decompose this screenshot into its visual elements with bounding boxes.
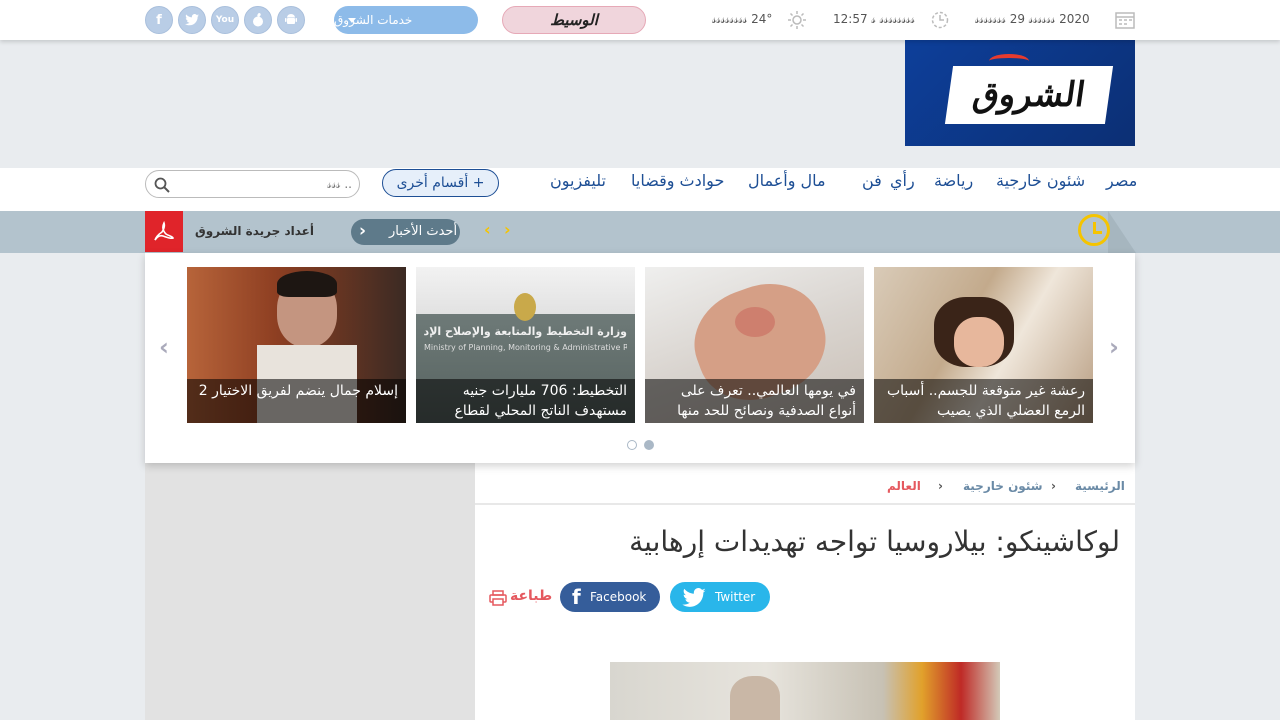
nav-item-opinion[interactable]: رأي bbox=[890, 171, 915, 190]
article-title: لوكاشينكو: بيلاروسيا تواجه تهديدات إرهاب… bbox=[629, 525, 1120, 558]
breadcrumb-section[interactable]: شئون خارجية bbox=[963, 479, 1043, 493]
shorouk-logo[interactable]: الشروق bbox=[905, 40, 1135, 146]
breadcrumb-separator: › bbox=[1051, 479, 1056, 493]
wasat-logo[interactable]: الوسيط bbox=[502, 6, 646, 34]
nav-item-business[interactable]: مال وأعمال bbox=[748, 171, 826, 190]
latest-news-label: أحدث الأخبار bbox=[389, 224, 458, 239]
search-input[interactable] bbox=[176, 175, 352, 193]
card-sign-text: وزارة التخطيط والمتابعة والإصلاح الإداري bbox=[424, 325, 627, 338]
android-icon[interactable] bbox=[277, 6, 305, 34]
carousel-card[interactable]: رعشة غير متوقعة للجسم.. أسباب الرمع العض… bbox=[874, 267, 1093, 423]
nav-item-egypt[interactable]: مصر bbox=[1106, 171, 1137, 190]
history-icon[interactable] bbox=[1078, 214, 1110, 246]
left-sidebar bbox=[145, 463, 475, 720]
card-caption: رعشة غير متوقعة للجسم.. أسباب الرمع العض… bbox=[874, 379, 1093, 423]
facebook-share-button[interactable]: f Facebook bbox=[560, 582, 660, 612]
nav-item-sports[interactable]: رياضة bbox=[934, 171, 973, 190]
breadcrumb-current[interactable]: العالم bbox=[887, 479, 921, 493]
breadcrumb-divider bbox=[475, 503, 1135, 505]
carousel-prev-icon[interactable]: ‹ bbox=[159, 333, 169, 361]
date-text: 𝓈𝓈𝓈𝓈𝓈𝓈𝓈 29 𝓈𝓈𝓈𝓈𝓈𝓈 2020 bbox=[975, 12, 1090, 26]
card-image-face bbox=[954, 317, 1004, 367]
carousel-dot-active[interactable] bbox=[644, 440, 654, 450]
article-photo bbox=[610, 662, 1000, 720]
facebook-label: Facebook bbox=[590, 590, 647, 604]
card-sign-text-en: Ministry of Planning, Monitoring & Admin… bbox=[424, 343, 627, 352]
carousel-card[interactable]: إسلام جمال ينضم لفريق الاختيار 2 bbox=[187, 267, 406, 423]
article-panel: الرئيسية › شئون خارجية › العالم لوكاشينك… bbox=[475, 463, 1135, 720]
card-image-hair bbox=[277, 271, 337, 297]
nav-item-accidents[interactable]: حوادث وقضايا bbox=[631, 171, 724, 190]
search-box bbox=[145, 170, 360, 198]
print-label: طباعة bbox=[510, 588, 553, 604]
twitter-icon bbox=[682, 588, 706, 611]
more-sections-button[interactable]: + أقسام أخرى bbox=[382, 169, 499, 197]
services-dropdown[interactable]: خدمات الشروق bbox=[334, 6, 478, 34]
services-label: خدمات الشروق bbox=[334, 13, 413, 27]
sun-icon bbox=[788, 11, 806, 33]
wasat-logo-text: الوسيط bbox=[550, 11, 598, 29]
card-image-rash bbox=[735, 307, 775, 337]
printer-icon bbox=[489, 590, 507, 610]
card-caption: إسلام جمال ينضم لفريق الاختيار 2 bbox=[187, 379, 406, 423]
twitter-label: Twitter bbox=[715, 590, 756, 604]
nav-item-tv[interactable]: تليفزيون bbox=[550, 171, 606, 190]
newspaper-issues-link[interactable]: أعداد جريدة الشروق bbox=[195, 224, 314, 238]
photo-figure bbox=[730, 676, 780, 720]
carousel-dot[interactable] bbox=[627, 440, 637, 450]
facebook-icon[interactable]: f bbox=[145, 6, 173, 34]
latest-news-button[interactable]: أحدث الأخبار › bbox=[351, 219, 460, 245]
news-carousel: ‹ › رعشة غير متوقعة للجسم.. أسباب الرمع … bbox=[145, 253, 1135, 463]
clock-icon bbox=[931, 11, 949, 33]
top-bar: f You خدمات الشروق الوسيط 𝓈𝓈𝓈𝓈𝓈𝓈𝓈𝓈 24° 1… bbox=[0, 0, 1280, 40]
carousel-card[interactable]: وزارة التخطيط والمتابعة والإصلاح الإداري… bbox=[416, 267, 635, 423]
ticker-corner bbox=[1108, 211, 1136, 253]
weather-text: 𝓈𝓈𝓈𝓈𝓈𝓈𝓈𝓈 24° bbox=[712, 12, 773, 26]
ticker-next-icon[interactable]: › bbox=[504, 220, 511, 239]
twitter-icon[interactable] bbox=[178, 6, 206, 34]
apple-icon[interactable] bbox=[244, 6, 272, 34]
carousel-next-icon[interactable]: › bbox=[1109, 333, 1119, 361]
youtube-icon[interactable]: You bbox=[211, 6, 239, 34]
calendar-icon bbox=[1115, 11, 1135, 33]
search-icon[interactable] bbox=[154, 177, 170, 197]
nav-item-foreign-affairs[interactable]: شئون خارجية bbox=[996, 171, 1085, 190]
pdf-icon[interactable] bbox=[145, 211, 183, 252]
card-caption: في يومها العالمي.. تعرف على أنواع الصدفي… bbox=[645, 379, 864, 423]
breadcrumb-home[interactable]: الرئيسية bbox=[1075, 479, 1125, 493]
facebook-icon: f bbox=[572, 585, 581, 609]
chevron-right-icon: › bbox=[359, 221, 367, 241]
nav-item-art[interactable]: فن bbox=[862, 171, 882, 190]
ticker-prev-icon[interactable]: ‹ bbox=[484, 220, 491, 239]
time-text: 12:57 𝓈 𝓈𝓈𝓈𝓈𝓈𝓈𝓈𝓈 bbox=[833, 12, 915, 26]
card-image bbox=[514, 293, 536, 321]
logo-text: الشروق bbox=[944, 66, 1114, 124]
chevron-down-icon bbox=[348, 18, 356, 23]
breadcrumb-separator: › bbox=[938, 479, 943, 493]
card-caption: التخطيط: 706 مليارات جنيه مستهدف الناتج … bbox=[416, 379, 635, 423]
carousel-card[interactable]: في يومها العالمي.. تعرف على أنواع الصدفي… bbox=[645, 267, 864, 423]
twitter-share-button[interactable]: Twitter bbox=[670, 582, 770, 612]
